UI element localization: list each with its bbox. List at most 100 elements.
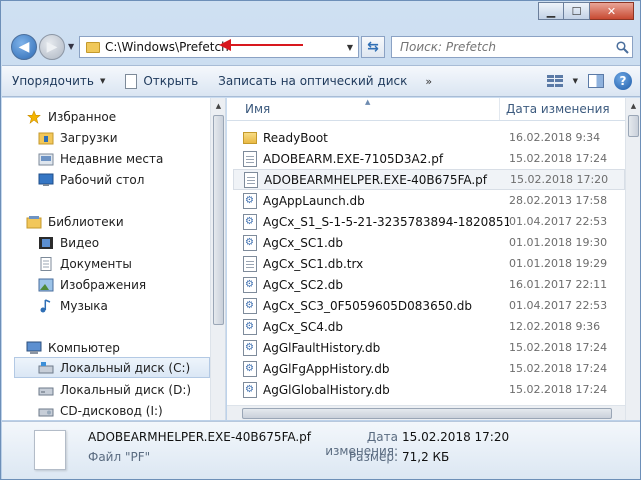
db-file-icon (243, 360, 257, 377)
history-dropdown-icon[interactable]: ▼ (68, 42, 74, 51)
file-row[interactable]: ADOBEARM.EXE-7105D3A2.pf 15.02.2018 17:2… (233, 148, 625, 169)
file-date: 15.02.2018 17:24 (509, 362, 608, 375)
nav-label: Музыка (60, 298, 108, 313)
nav-label: Документы (60, 256, 132, 271)
file-row[interactable]: AgCx_SC3_0F5059605D083650.db 01.04.2017 … (233, 295, 625, 316)
refresh-icon: ⇆ (367, 39, 379, 55)
video-icon (39, 236, 53, 249)
nav-computer[interactable]: Компьютер (26, 337, 225, 358)
nav-drive-d[interactable]: Локальный диск (D:) (38, 379, 225, 400)
nav-scrollbar[interactable]: ▲ (210, 98, 225, 420)
file-row[interactable]: AgCx_SC1.db 01.01.2018 19:30 (233, 232, 625, 253)
nav-downloads[interactable]: Загрузки (38, 127, 225, 148)
details-size-label: Размер: (348, 450, 398, 464)
help-icon[interactable]: ? (614, 72, 632, 90)
organize-button[interactable]: Упорядочить ▼ (2, 66, 115, 96)
file-row[interactable]: AgCx_SC4.db 12.02.2018 9:36 (233, 316, 625, 337)
nav-recent-places[interactable]: Недавние места (38, 148, 225, 169)
caption-buttons: ▁ ☐ ✕ (538, 2, 634, 20)
file-row[interactable]: ReadyBoot 16.02.2018 9:34 (233, 127, 625, 148)
file-row[interactable]: AgGlFaultHistory.db 15.02.2018 17:24 (233, 337, 625, 358)
search-icon[interactable] (612, 40, 632, 54)
file-vscroll-thumb[interactable] (628, 115, 639, 137)
view-dropdown-icon[interactable]: ▼ (573, 77, 578, 85)
file-hscrollbar[interactable] (227, 405, 625, 420)
organize-label: Упорядочить (12, 74, 94, 88)
images-icon (38, 278, 54, 291)
file-row[interactable]: AgGlGlobalHistory.db 15.02.2018 17:24 (233, 379, 625, 400)
forward-button[interactable]: ▶ (39, 34, 65, 60)
open-button[interactable]: Открыть (115, 66, 208, 96)
arrow-right-icon: ▶ (46, 39, 58, 55)
close-button[interactable]: ✕ (590, 2, 634, 20)
open-label: Открыть (143, 74, 199, 88)
nav-documents[interactable]: Документы (38, 253, 225, 274)
file-date: 15.02.2018 17:24 (509, 341, 608, 354)
file-name: AgAppLaunch.db (263, 193, 365, 208)
file-name: ADOBEARM.EXE-7105D3A2.pf (263, 151, 444, 166)
burn-button[interactable]: Записать на оптический диск (208, 66, 417, 96)
nav-cd-drive[interactable]: CD-дисковод (I:) (38, 400, 225, 420)
nav-label: Загрузки (60, 130, 118, 145)
preview-pane-icon[interactable] (588, 74, 604, 88)
nav-label: CD-дисковод (I:) (60, 403, 163, 418)
nav-drive-c[interactable]: Локальный диск (C:) (14, 357, 210, 378)
file-row-selected[interactable]: ADOBEARMHELPER.EXE-40B675FA.pf 15.02.201… (233, 169, 625, 190)
file-date: 15.02.2018 17:24 (509, 152, 608, 165)
scroll-up-icon[interactable]: ▲ (211, 98, 225, 113)
cd-drive-icon (38, 408, 54, 416)
file-row[interactable]: AgGlFgAppHistory.db 15.02.2018 17:24 (233, 358, 625, 379)
address-dropdown-icon[interactable]: ▼ (342, 43, 358, 52)
refresh-button[interactable]: ⇆ (361, 36, 385, 58)
db-file-icon (243, 276, 257, 293)
file-row[interactable]: AgCx_S1_S-1-5-21-3235783894-18208517... … (233, 211, 625, 232)
file-hscroll-thumb[interactable] (242, 408, 612, 419)
file-name: AgCx_SC4.db (263, 319, 343, 334)
nav-libraries[interactable]: Библиотеки (26, 211, 225, 232)
details-date-value: 15.02.2018 17:20 (402, 430, 510, 444)
change-view-icon[interactable] (546, 75, 563, 87)
minimize-button[interactable]: ▁ (538, 2, 564, 20)
annotation-arrow (225, 44, 303, 46)
file-date: 01.01.2018 19:29 (509, 257, 608, 270)
search-input[interactable] (392, 40, 612, 54)
file-vscrollbar[interactable]: ▲ (625, 98, 640, 420)
column-name-label: Имя (245, 102, 271, 116)
nav-scroll-thumb[interactable] (213, 115, 224, 325)
file-name: AgGlFaultHistory.db (263, 340, 381, 355)
nav-label: Изображения (60, 277, 147, 292)
file-name: AgGlFgAppHistory.db (263, 361, 390, 376)
nav-desktop[interactable]: Рабочий стол (38, 169, 225, 190)
nav-music[interactable]: Музыка (38, 295, 225, 316)
recent-places-icon (38, 153, 54, 165)
details-file-type: Файл "PF" (88, 450, 151, 464)
file-row[interactable]: AgCx_SC1.db.trx 01.01.2018 19:29 (233, 253, 625, 274)
file-date: 16.01.2017 22:11 (509, 278, 608, 291)
file-preview-icon (34, 430, 66, 470)
file-date: 15.02.2018 17:24 (509, 383, 608, 396)
column-date[interactable]: Дата изменения (500, 98, 610, 120)
file-icon (243, 150, 257, 167)
file-date: 01.01.2018 19:30 (509, 236, 608, 249)
file-row[interactable]: AgCx_SC2.db 16.01.2017 22:11 (233, 274, 625, 295)
file-name: AgCx_SC1.db.trx (263, 256, 364, 271)
nav-favorites[interactable]: Избранное (26, 106, 225, 127)
maximize-button[interactable]: ☐ (564, 2, 590, 20)
nav-video[interactable]: Видео (38, 232, 225, 253)
nav-label: Рабочий стол (60, 172, 145, 187)
file-row[interactable]: AgAppLaunch.db 28.02.2013 17:58 (233, 190, 625, 211)
details-size-value: 71,2 КБ (402, 450, 450, 464)
back-button[interactable]: ◀ (11, 34, 37, 60)
scroll-up-icon[interactable]: ▲ (626, 98, 640, 113)
file-icon (243, 255, 257, 272)
more-commands-button[interactable]: » (417, 75, 440, 88)
details-pane: ADOBEARMHELPER.EXE-40B675FA.pf Файл "PF"… (2, 421, 640, 479)
file-name: AgGlGlobalHistory.db (263, 382, 390, 397)
nav-label: Локальный диск (D:) (60, 382, 192, 397)
search-box[interactable] (391, 36, 633, 58)
column-name[interactable]: ▲ Имя (227, 98, 500, 120)
db-file-icon (243, 234, 257, 251)
file-name: AgCx_SC2.db (263, 277, 343, 292)
nav-images[interactable]: Изображения (38, 274, 225, 295)
file-date: 28.02.2013 17:58 (509, 194, 608, 207)
